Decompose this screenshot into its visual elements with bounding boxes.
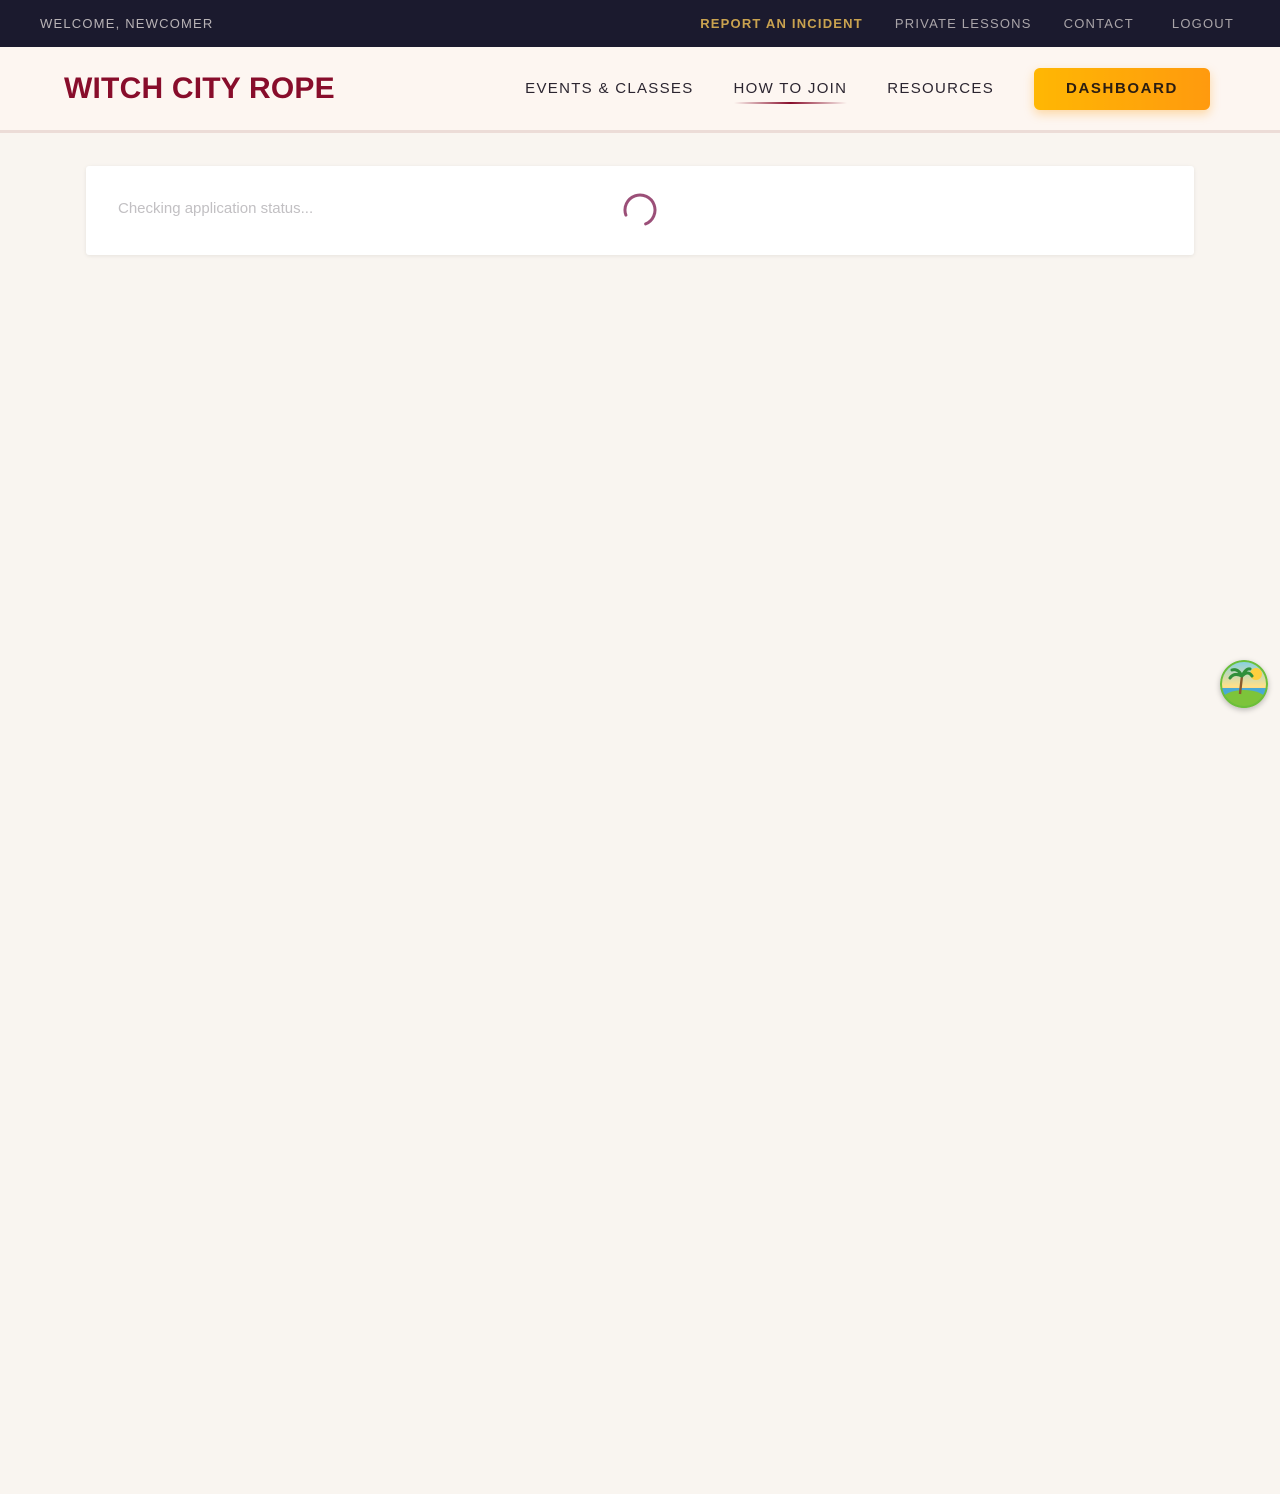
report-incident-link[interactable]: REPORT AN INCIDENT (700, 16, 863, 31)
site-logo[interactable]: WITCH CITY ROPE (64, 72, 335, 106)
logout-link[interactable]: LOGOUT (1172, 16, 1234, 31)
primary-nav: EVENTS & CLASSES HOW TO JOIN RESOURCES D… (525, 67, 1210, 110)
status-message: Checking application status... (118, 200, 314, 217)
application-status-card: Checking application status... (86, 166, 1194, 255)
nav-how-to-join[interactable]: HOW TO JOIN (733, 80, 848, 104)
main-header: WITCH CITY ROPE EVENTS & CLASSES HOW TO … (0, 47, 1280, 133)
utility-links: REPORT AN INCIDENT PRIVATE LESSONS CONTA… (700, 16, 1240, 31)
loading-spinner-icon (623, 193, 657, 227)
dashboard-button[interactable]: DASHBOARD (1034, 67, 1210, 110)
top-utility-bar: WELCOME, NEWCOMER REPORT AN INCIDENT PRI… (0, 0, 1280, 47)
welcome-message: WELCOME, NEWCOMER (40, 16, 214, 31)
nav-resources[interactable]: RESOURCES (887, 80, 994, 97)
palm-island-icon[interactable] (1220, 660, 1268, 708)
private-lessons-link[interactable]: PRIVATE LESSONS (895, 16, 1032, 31)
nav-events-classes[interactable]: EVENTS & CLASSES (525, 80, 693, 97)
contact-link[interactable]: CONTACT (1064, 16, 1134, 31)
